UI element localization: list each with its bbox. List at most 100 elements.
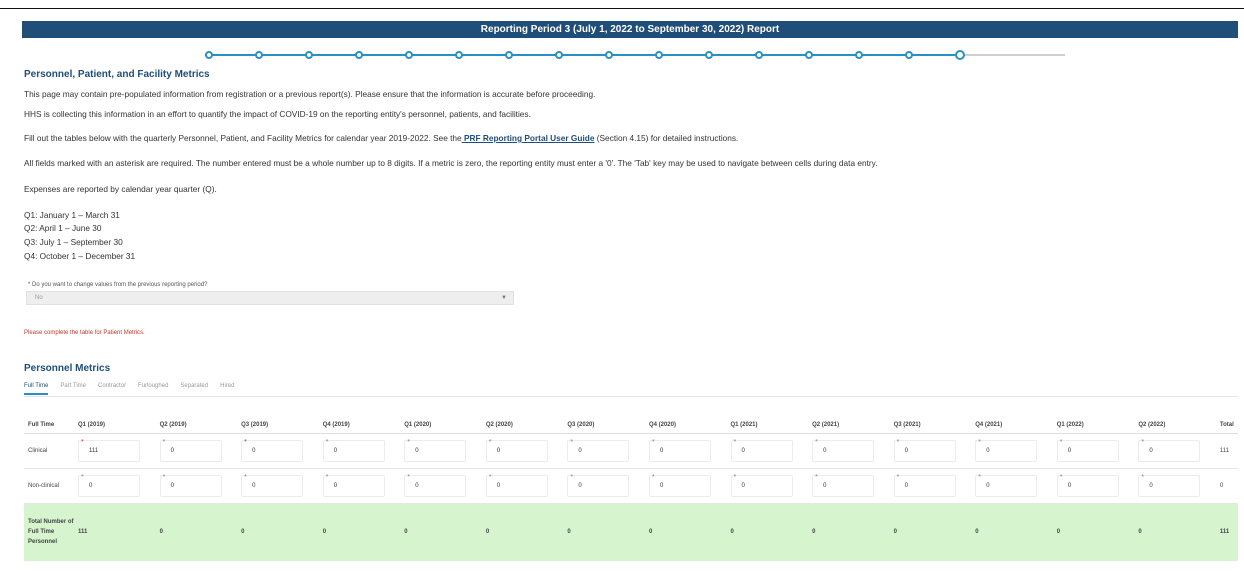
user-guide-link[interactable]: PRF Reporting Portal User Guide: [462, 133, 594, 143]
total-cell: 0: [400, 503, 482, 561]
metric-input-value: 0: [986, 482, 990, 489]
column-header: Q1 (2019): [74, 418, 156, 434]
total-row-label: Total Number of Full Time Personnel: [24, 503, 74, 561]
column-header: Q1 (2021): [726, 418, 809, 434]
metric-input[interactable]: * 0: [730, 474, 793, 497]
change-values-select[interactable]: No ▼: [26, 291, 514, 305]
metric-input[interactable]: * 0: [78, 474, 140, 497]
table-cell: * 111: [74, 433, 156, 469]
table-cell: * 0: [808, 468, 890, 504]
metric-input[interactable]: * 0: [567, 474, 630, 497]
metric-input[interactable]: * 0: [159, 474, 222, 497]
metric-input[interactable]: * 0: [404, 474, 467, 497]
table-cell: * 0: [889, 468, 972, 504]
column-header: Q2 (2022): [1134, 418, 1216, 434]
intro-paragraph-3: Fill out the tables below with the quart…: [24, 133, 738, 143]
metric-input[interactable]: * 0: [648, 474, 711, 497]
column-header: Q3 (2020): [563, 418, 645, 434]
tab-hired[interactable]: Hired: [220, 383, 234, 395]
intro-paragraph-5: Expenses are reported by calendar year q…: [24, 184, 217, 194]
required-asterisk: *: [488, 438, 492, 446]
metric-input[interactable]: * 0: [812, 474, 875, 497]
tab-separated[interactable]: Separated: [180, 383, 208, 395]
total-cell: 0: [889, 503, 972, 561]
metric-input[interactable]: * 0: [322, 439, 385, 462]
metric-input[interactable]: * 0: [404, 439, 467, 462]
stepper-step: [805, 51, 813, 59]
metric-input-value: 0: [986, 447, 990, 454]
total-cell: 0: [1134, 503, 1216, 561]
metric-input-value: 0: [496, 482, 501, 489]
row-label: Clinical: [24, 433, 74, 469]
metric-input[interactable]: * 0: [1056, 474, 1119, 497]
metric-input-value: 111: [89, 447, 99, 454]
metric-input[interactable]: * 0: [1138, 439, 1201, 462]
total-row: Total Number of Full Time Personnel 111 0 0…: [24, 503, 1238, 561]
column-header: Q2 (2019): [155, 418, 238, 434]
total-cell: 0: [644, 503, 727, 561]
required-asterisk: *: [162, 473, 166, 481]
total-cell: 0: [1052, 503, 1135, 561]
required-asterisk: *: [733, 438, 737, 446]
metric-input-value: 0: [741, 447, 745, 454]
stepper-step: [505, 51, 513, 59]
column-header: Q4 (2019): [318, 418, 401, 434]
metric-input-value: 0: [904, 482, 908, 489]
table-cell: * 0: [726, 433, 809, 469]
metric-input[interactable]: * 0: [1056, 439, 1119, 462]
metric-input[interactable]: * 0: [159, 439, 222, 462]
required-asterisk: *: [733, 473, 737, 481]
tab-full-time[interactable]: Full Time: [24, 383, 49, 395]
page-title: Personnel, Patient, and Facility Metrics: [24, 69, 210, 80]
required-asterisk: *: [1141, 473, 1145, 481]
metric-input[interactable]: * 0: [812, 439, 875, 462]
metric-input-value: 0: [741, 482, 745, 489]
required-asterisk: *: [815, 438, 818, 446]
metric-input[interactable]: * 111: [78, 439, 140, 462]
metric-input[interactable]: * 0: [648, 439, 711, 462]
metric-input-value: 0: [578, 482, 582, 489]
metric-input[interactable]: * 0: [1138, 474, 1201, 497]
intro-paragraph-4: All fields marked with an asterisk are r…: [24, 158, 878, 168]
required-asterisk: *: [651, 473, 655, 481]
table-cell: * 0: [400, 468, 482, 504]
metric-input[interactable]: * 0: [975, 439, 1038, 462]
metric-input[interactable]: * 0: [241, 439, 304, 462]
metric-input-value: 0: [89, 482, 93, 489]
tab-furloughed[interactable]: Furloughed: [138, 383, 168, 395]
metric-input[interactable]: * 0: [322, 474, 385, 497]
total-cell: 0: [318, 503, 401, 561]
metric-input[interactable]: * 0: [567, 439, 630, 462]
intro-paragraph-3-suffix: (Section 4.15) for detailed instructions…: [594, 133, 739, 143]
report-banner: Reporting Period 3 (July 1, 2022 to Sept…: [22, 21, 1238, 38]
required-asterisk: *: [570, 438, 574, 446]
tab-part-time[interactable]: Part Time: [60, 383, 86, 395]
stepper-step: [605, 51, 613, 59]
quarter-q3: Q3: July 1 – September 30: [24, 237, 123, 247]
metric-input-value: 0: [252, 447, 256, 454]
total-cell: 0: [563, 503, 645, 561]
column-header: Full Time: [24, 418, 74, 434]
metric-input[interactable]: * 0: [893, 474, 956, 497]
stepper-step: [205, 51, 213, 59]
metric-input[interactable]: * 0: [975, 474, 1038, 497]
tab-contractor[interactable]: Contractor: [98, 383, 126, 395]
metric-input[interactable]: * 0: [893, 439, 956, 462]
table-cell: * 0: [237, 468, 319, 504]
metric-input-value: 0: [659, 447, 664, 454]
metric-input[interactable]: * 0: [241, 474, 304, 497]
table-cell: * 0: [726, 468, 809, 504]
table-cell: * 0: [808, 433, 890, 469]
metric-input[interactable]: * 0: [730, 439, 793, 462]
required-asterisk: *: [978, 473, 981, 481]
metric-input[interactable]: * 0: [485, 474, 548, 497]
required-asterisk: *: [81, 438, 84, 446]
total-cell: 0: [155, 503, 238, 561]
table-cell: * 0: [971, 433, 1053, 469]
metric-input-value: 0: [904, 447, 908, 454]
personnel-table: Full Time Q1 (2019) Q2 (2019) Q3 (2019) Q4 (…: [24, 418, 1238, 561]
required-asterisk: *: [407, 473, 410, 481]
metric-input[interactable]: * 0: [485, 439, 548, 462]
required-asterisk: *: [81, 473, 84, 481]
table-cell: * 0: [1052, 468, 1135, 504]
